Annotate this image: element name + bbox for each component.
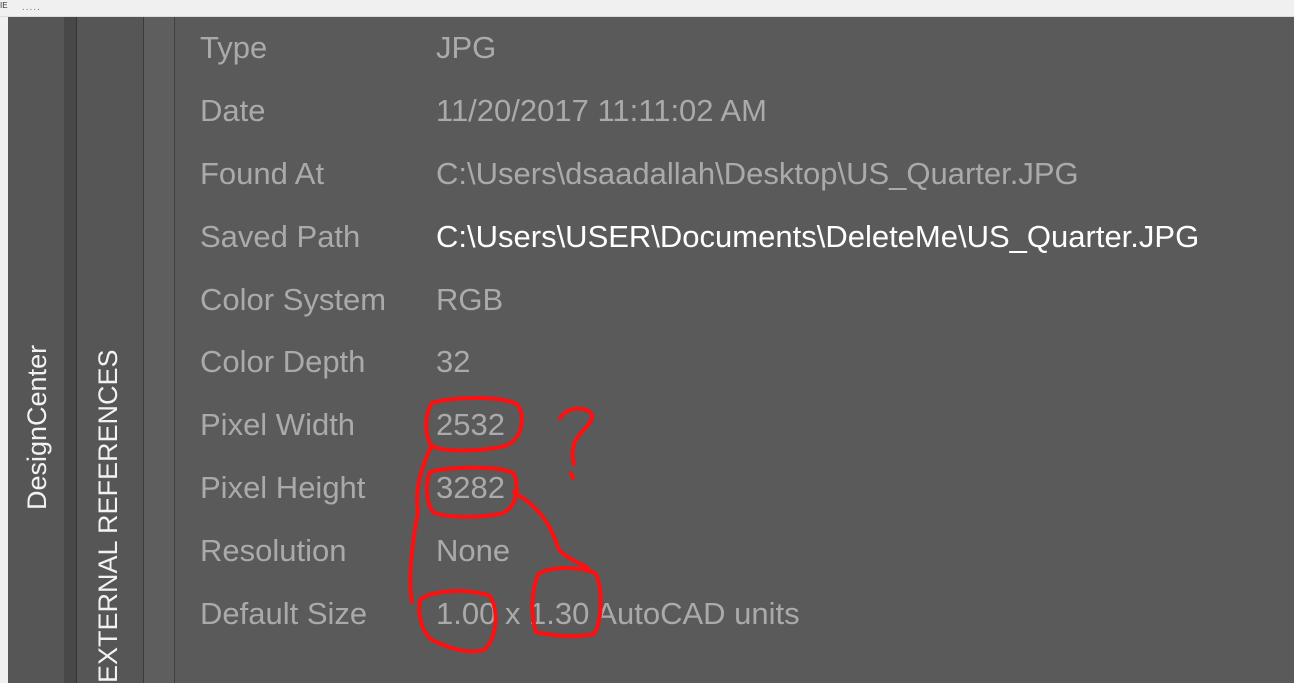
property-value: 1.00 x 1.30 AutoCAD units (436, 596, 800, 631)
property-label: Default Size (200, 596, 368, 631)
property-row-color-depth: Color Depth 32 (175, 342, 1294, 382)
grip-handle[interactable]: ..... (22, 3, 41, 13)
property-row-type: Type JPG (175, 28, 1294, 68)
property-label: Saved Path (200, 219, 361, 254)
property-value: 3282 (436, 470, 505, 505)
property-value: RGB (436, 282, 504, 317)
property-label: Resolution (200, 533, 347, 568)
property-label: Type (200, 30, 268, 65)
window-corner-label: IE (0, 1, 8, 10)
property-label: Pixel Width (200, 407, 356, 442)
property-label: Date (200, 93, 266, 128)
property-value: JPG (436, 30, 497, 65)
design-center-tab-label: DesignCenter (22, 344, 52, 510)
property-row-saved-path: Saved Path C:\Users\USER\Documents\Delet… (175, 217, 1294, 257)
property-row-resolution: Resolution None (175, 531, 1294, 571)
panel-separator (144, 17, 175, 683)
property-row-date: Date 11/20/2017 11:11:02 AM (175, 91, 1294, 131)
window-top-bar: IE ..... (0, 0, 1294, 17)
external-references-tab-label: EXTERNAL REFERENCES (93, 349, 123, 683)
property-value: 32 (436, 344, 471, 379)
property-label: Color Depth (200, 344, 366, 379)
property-value: 11/20/2017 11:11:02 AM (436, 93, 767, 128)
property-label: Color System (200, 282, 387, 317)
property-row-color-system: Color System RGB (175, 280, 1294, 320)
property-row-default-size: Default Size 1.00 x 1.30 AutoCAD units (175, 594, 1294, 634)
left-edge-strip (0, 17, 8, 683)
property-value: None (436, 533, 511, 568)
properties-panel: Type JPG Date 11/20/2017 11:11:02 AM Fou… (175, 17, 1294, 683)
property-label: Pixel Height (200, 470, 366, 505)
property-row-found-at: Found At C:\Users\dsaadallah\Desktop\US_… (175, 154, 1294, 194)
property-value: C:\Users\dsaadallah\Desktop\US_Quarter.J… (436, 156, 1079, 191)
property-value: C:\Users\USER\Documents\DeleteMe\US_Quar… (436, 219, 1200, 254)
property-row-pixel-height: Pixel Height 3282 (175, 468, 1294, 508)
tab-separator (64, 17, 77, 683)
property-label: Found At (200, 156, 325, 191)
property-value: 2532 (436, 407, 505, 442)
property-row-pixel-width: Pixel Width 2532 (175, 405, 1294, 445)
